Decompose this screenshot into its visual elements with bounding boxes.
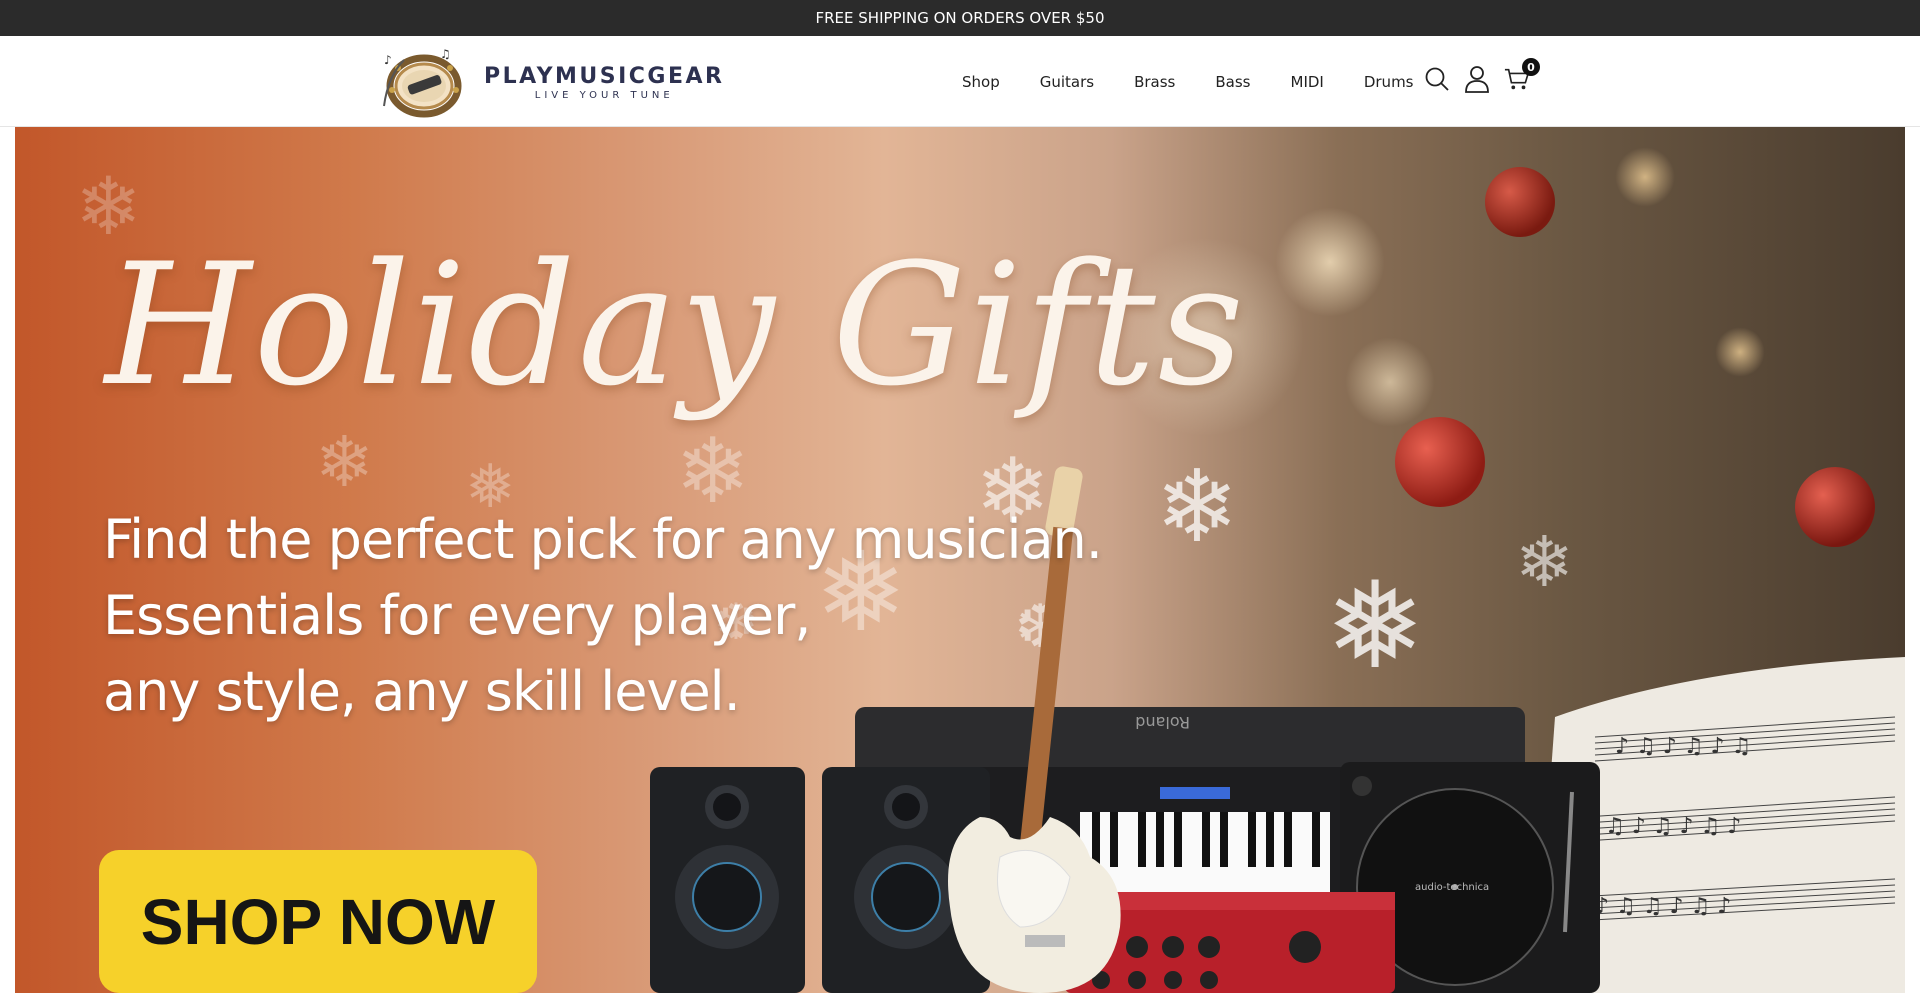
hero-banner[interactable]: ❄ ❄ ❅ ❄ ❅ ❄ ❄ ❅ ❄ ❆ ❆ ♪ ♫ ♪ ♫ ♪ ♫ ♫ ♪ ♫ … <box>15 127 1905 993</box>
ornament-red <box>1485 167 1555 237</box>
header-icons: 0 <box>1424 58 1540 94</box>
announcement-bar: FREE SHIPPING ON ORDERS OVER $50 <box>0 0 1920 36</box>
nav-guitars[interactable]: Guitars <box>1040 73 1094 91</box>
main-nav: Shop Guitars Brass Bass MIDI Drums <box>962 36 1414 127</box>
ornament-red <box>1395 417 1485 507</box>
cart-button[interactable]: 0 <box>1504 58 1540 94</box>
cart-count-badge: 0 <box>1522 58 1540 76</box>
bokeh-light <box>1615 147 1675 207</box>
svg-text:♪: ♪ <box>384 53 392 67</box>
hero-subtitle: Find the perfect pick for any musician. … <box>103 502 1103 730</box>
brand-tagline: LIVE YOUR TUNE <box>534 89 674 101</box>
svg-text:♫ ♪ ♫ ♪ ♫ ♪: ♫ ♪ ♫ ♪ ♫ ♪ <box>1605 814 1741 839</box>
nav-bass[interactable]: Bass <box>1215 73 1250 91</box>
turntable-brand-label: audio-technica <box>1415 882 1489 893</box>
announcement-text: FREE SHIPPING ON ORDERS OVER $50 <box>815 9 1105 27</box>
hero-title: Holiday Gifts <box>105 227 1246 423</box>
snowflake-icon: ❄ <box>1155 448 1239 565</box>
hero-line: Find the perfect pick for any musician. <box>103 508 1103 571</box>
snowflake-icon: ❅ <box>1325 557 1426 696</box>
nav-drums[interactable]: Drums <box>1364 73 1414 91</box>
site-header: ♪ ♫ PLAYMUSICGEAR LIVE YOUR TUNE Shop Gu… <box>0 36 1920 127</box>
nav-brass[interactable]: Brass <box>1134 73 1175 91</box>
bokeh-light <box>1715 327 1765 377</box>
ornament-red <box>1795 467 1875 547</box>
bokeh-light <box>1345 337 1435 427</box>
svg-text:♪ ♫ ♫ ♪ ♫ ♪: ♪ ♫ ♫ ♪ ♫ ♪ <box>1595 894 1731 919</box>
svg-text:♫: ♫ <box>440 47 451 61</box>
hero-line: any style, any skill level. <box>103 660 741 723</box>
hero-line: Essentials for every player, <box>103 584 811 647</box>
shop-now-button[interactable]: SHOP NOW <box>99 850 537 993</box>
nav-midi[interactable]: MIDI <box>1291 73 1324 91</box>
logo[interactable]: ♪ ♫ PLAYMUSICGEAR LIVE YOUR TUNE <box>378 46 724 118</box>
brand-name: PLAYMUSICGEAR <box>484 63 725 89</box>
svg-text:♪ ♫ ♪ ♫ ♪ ♫: ♪ ♫ ♪ ♫ ♪ ♫ <box>1615 734 1751 759</box>
snowflake-icon: ❄ <box>315 421 374 503</box>
account-icon <box>1465 66 1489 93</box>
nav-shop[interactable]: Shop <box>962 73 1000 91</box>
search-icon <box>1425 67 1449 91</box>
tambourine-logo-icon: ♪ ♫ <box>383 47 462 118</box>
search-button[interactable] <box>1424 64 1450 94</box>
account-button[interactable] <box>1464 64 1490 94</box>
snowflake-icon: ❄ <box>1515 521 1574 603</box>
